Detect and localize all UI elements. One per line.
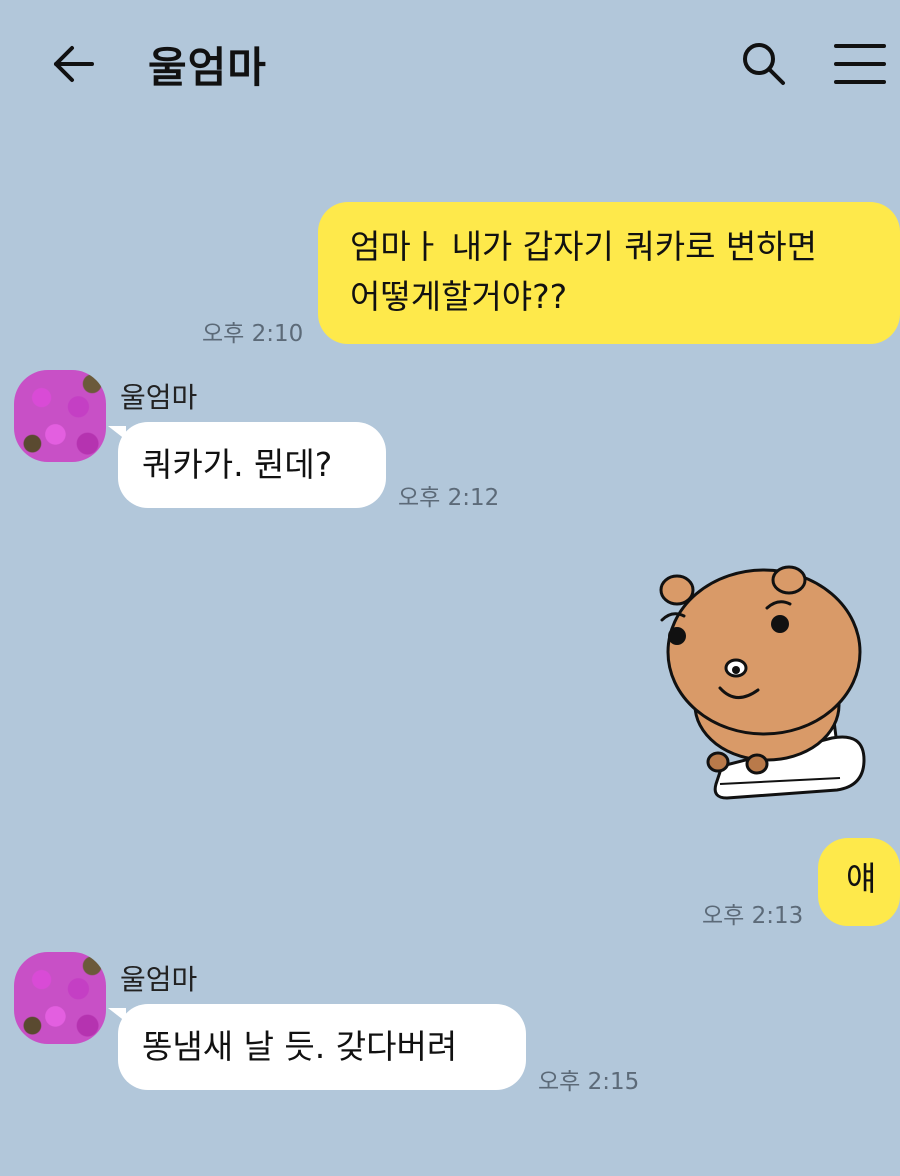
quokka-on-toilet-sticker[interactable] [632,560,872,805]
my-message-bubble[interactable]: 얘 [818,838,900,926]
message-text: 똥냄새 날 듯. 갖다버려 [142,1027,458,1066]
back-button[interactable] [48,38,100,90]
message-line: 어떻게할거야?? [350,277,568,316]
chat-title: 울엄마 [148,43,267,92]
message-time: 오후 2:12 [398,485,500,511]
avatar[interactable] [14,952,106,1044]
bubble-tail [108,1008,126,1022]
menu-button[interactable] [832,38,888,90]
sender-name: 울엄마 [120,963,198,996]
search-icon [743,43,785,85]
sender-name: 울엄마 [120,381,198,414]
message-time: 오후 2:15 [538,1069,640,1095]
quokka-sticker-image [659,565,866,800]
search-button[interactable] [738,38,790,90]
bubble-tail [108,426,126,440]
my-message-bubble[interactable]: 엄마ㅏ 내가 갑자기 쿼카로 변하면 어떻게할거야?? [318,202,900,344]
message-time: 오후 2:13 [702,903,804,929]
message-line: 엄마ㅏ 내가 갑자기 쿼카로 변하면 [350,227,817,266]
avatar[interactable] [14,370,106,462]
their-message-bubble[interactable]: 똥냄새 날 듯. 갖다버려 [108,1004,526,1090]
chat-header: 울엄마 [0,0,900,130]
message-text: 얘 [846,859,877,898]
message-time: 오후 2:10 [202,321,304,347]
their-message-bubble[interactable]: 쿼카가. 뭔데? [108,422,386,508]
menu-icon [834,44,886,84]
arrow-left-icon [54,46,94,82]
message-text: 쿼카가. 뭔데? [142,445,333,484]
